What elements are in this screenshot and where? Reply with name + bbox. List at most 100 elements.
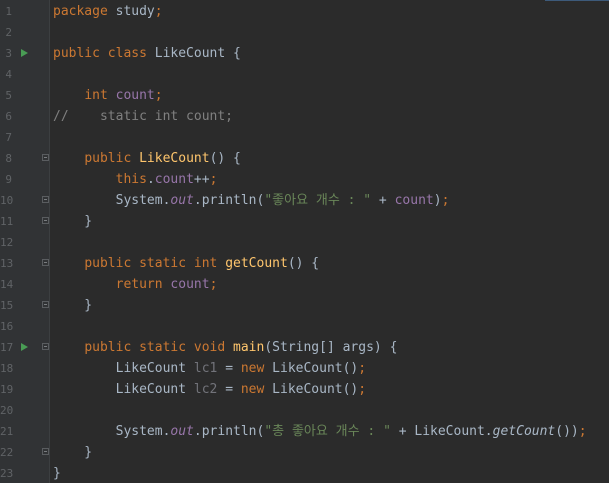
code-token: = <box>217 361 241 376</box>
code-token: count <box>115 88 155 103</box>
code-fold-icon[interactable] <box>42 259 49 266</box>
code-text: int count; <box>53 85 163 106</box>
code-text: package study; <box>53 1 163 22</box>
code-token: .println( <box>193 424 265 439</box>
code-token: System. <box>53 193 171 208</box>
code-line[interactable]: 15 } <box>0 295 609 316</box>
code-token: this <box>115 172 147 187</box>
code-line[interactable]: 3 public class LikeCount { <box>0 43 609 64</box>
code-token: System. <box>53 424 171 439</box>
line-number: 20 <box>0 404 14 417</box>
code-token: return <box>115 277 163 292</box>
code-line[interactable]: 14 return count; <box>0 274 609 295</box>
code-token: study <box>107 4 155 19</box>
code-fold-icon[interactable] <box>42 343 49 350</box>
code-token: public static void <box>84 340 226 355</box>
code-line[interactable]: 23} <box>0 463 609 483</box>
code-token: ) <box>433 193 442 208</box>
line-number: 4 <box>5 68 12 81</box>
line-number: 22 <box>0 446 14 459</box>
code-token: int <box>84 88 108 103</box>
code-token: ()) <box>555 424 579 439</box>
code-token: LikeCount <box>53 361 194 376</box>
code-token: out <box>170 424 194 439</box>
code-token: (String[] args) { <box>264 340 398 355</box>
code-line[interactable]: 4 <box>0 64 609 85</box>
code-text: } <box>53 211 92 232</box>
code-fold-icon[interactable] <box>42 217 49 224</box>
code-token: () { <box>287 256 320 271</box>
code-fold-icon[interactable] <box>42 448 49 455</box>
line-number: 9 <box>5 173 12 186</box>
run-play-icon[interactable] <box>21 49 28 57</box>
code-token: ; <box>209 277 218 292</box>
code-fold-icon[interactable] <box>42 196 49 203</box>
code-line[interactable]: 21 System.out.println("총 좋아요 개수 : " + Li… <box>0 421 609 442</box>
code-line[interactable]: 22 } <box>0 442 609 463</box>
code-token: ; <box>209 172 218 187</box>
code-token: public static int <box>84 256 218 271</box>
code-line[interactable]: 1 package study; <box>0 1 609 22</box>
line-number: 13 <box>0 257 14 270</box>
code-token: lc1 <box>193 361 218 376</box>
code-line[interactable]: 16 <box>0 316 609 337</box>
code-token: lc2 <box>193 382 218 397</box>
code-line[interactable]: 11 } <box>0 211 609 232</box>
code-line[interactable]: 12 <box>0 232 609 253</box>
line-number: 1 <box>5 5 12 18</box>
code-token: . <box>146 172 155 187</box>
code-line[interactable]: 10 System.out.println("좋아요 개수 : " + coun… <box>0 190 609 211</box>
code-line[interactable]: 9 this.count++; <box>0 169 609 190</box>
code-line[interactable]: 19 LikeCount lc2 = new LikeCount(); <box>0 379 609 400</box>
code-line[interactable]: 18 LikeCount lc1 = new LikeCount(); <box>0 358 609 379</box>
line-number: 19 <box>0 383 14 396</box>
code-token: ; <box>358 361 367 376</box>
code-text: // static int count; <box>53 106 233 127</box>
code-token: // static int count; <box>53 109 234 124</box>
code-token: count <box>154 172 194 187</box>
code-token: "총 좋아요 개수 : " <box>264 424 391 439</box>
code-line[interactable]: 7 <box>0 127 609 148</box>
code-token: LikeCount <box>139 151 210 166</box>
code-line[interactable]: 17 public static void main(String[] args… <box>0 337 609 358</box>
code-token: public <box>84 151 132 166</box>
code-text: LikeCount lc1 = new LikeCount(); <box>53 358 366 379</box>
code-text: public static void main(String[] args) { <box>53 337 397 358</box>
line-number: 11 <box>0 215 14 228</box>
code-editor[interactable]: 1 package study; 2 3 public class LikeCount … <box>0 0 609 483</box>
code-text: System.out.println("좋아요 개수 : " + count); <box>53 190 450 211</box>
code-token: package <box>53 4 108 19</box>
line-number: 17 <box>0 341 14 354</box>
code-text: } <box>53 295 92 316</box>
code-token: ; <box>154 88 163 103</box>
code-token: = <box>217 382 241 397</box>
run-play-icon[interactable] <box>21 343 28 351</box>
code-line[interactable]: 13 public static int getCount() { <box>0 253 609 274</box>
code-token: LikeCount <box>53 382 194 397</box>
code-line[interactable]: 5 int count; <box>0 85 609 106</box>
code-text: this.count++; <box>53 169 218 190</box>
code-token: "좋아요 개수 : " <box>264 193 372 208</box>
code-text: public static int getCount() { <box>53 253 319 274</box>
code-line[interactable]: 2 <box>0 22 609 43</box>
line-number: 12 <box>0 236 14 249</box>
code-text: System.out.println("총 좋아요 개수 : " + LikeC… <box>53 421 587 442</box>
code-fold-icon[interactable] <box>42 154 49 161</box>
code-token: ++ <box>193 172 210 187</box>
code-text: public class LikeCount { <box>53 43 241 64</box>
code-fold-icon[interactable] <box>42 301 49 308</box>
code-line[interactable]: 20 <box>0 400 609 421</box>
code-text: return count; <box>53 274 218 295</box>
line-number: 5 <box>5 89 12 102</box>
code-line[interactable]: 6 // static int count; <box>0 106 609 127</box>
code-token: LikeCount { <box>146 46 241 61</box>
code-line[interactable]: 8 public LikeCount() { <box>0 148 609 169</box>
